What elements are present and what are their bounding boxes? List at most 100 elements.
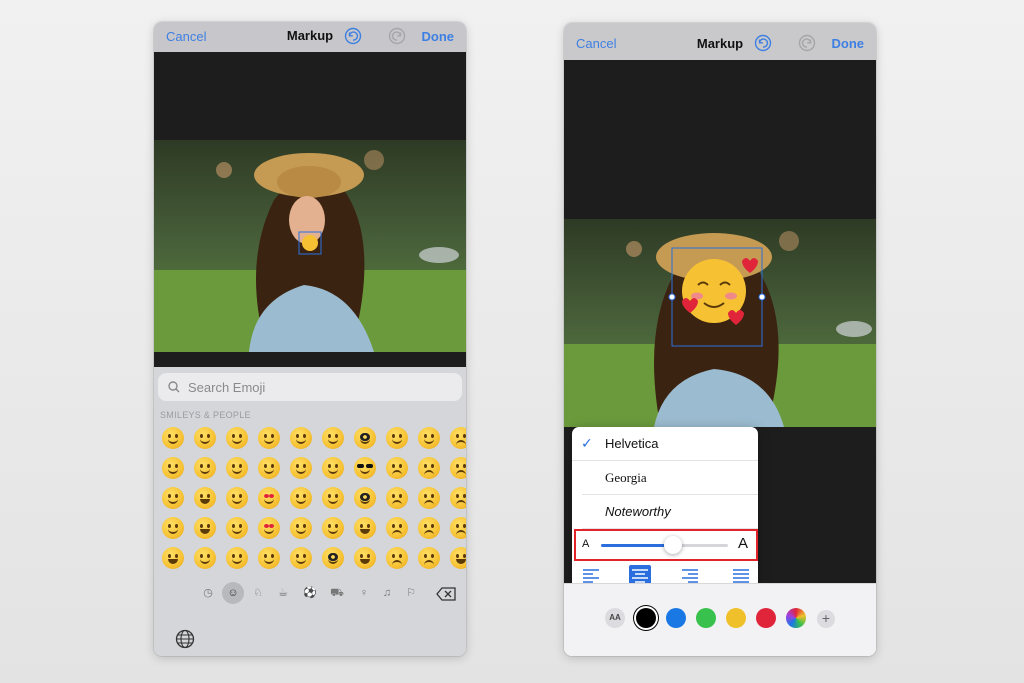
- emoji-cool[interactable]: [349, 453, 381, 483]
- emoji-halo[interactable]: [221, 483, 253, 513]
- emoji-face: [386, 547, 408, 569]
- done-button[interactable]: Done: [422, 29, 455, 44]
- redo-icon[interactable]: [388, 27, 406, 45]
- emoji-wink[interactable]: [253, 423, 285, 453]
- backspace-icon[interactable]: [436, 587, 456, 601]
- color-green[interactable]: [696, 608, 716, 628]
- emoji-smiling-hearts[interactable]: [253, 513, 285, 543]
- emoji-crazy[interactable]: [317, 483, 349, 513]
- emoji-tongue[interactable]: [317, 423, 349, 453]
- emoji-sad[interactable]: [413, 483, 445, 513]
- font-option-helvetica[interactable]: ✓ Helvetica: [572, 427, 758, 461]
- category-bar: ◷ ☺ ♘ ☕ ⚽ ⛟ ♀ ♫ ⚐: [154, 582, 466, 605]
- color-yellow[interactable]: [726, 608, 746, 628]
- emoji-row: [157, 543, 466, 573]
- animals-icon[interactable]: ♘: [250, 585, 266, 601]
- emoji-flushed[interactable]: [189, 543, 221, 573]
- flags-icon[interactable]: ⚐: [403, 585, 419, 601]
- emoji-sweat[interactable]: [189, 453, 221, 483]
- emoji-smiley[interactable]: [157, 453, 189, 483]
- color-blue[interactable]: [666, 608, 686, 628]
- recent-icon[interactable]: ◷: [200, 585, 216, 601]
- emoji-scream[interactable]: [445, 543, 466, 573]
- text-format-button[interactable]: AA: [605, 608, 625, 628]
- emoji-face: [290, 457, 312, 479]
- emoji-confounded[interactable]: [413, 513, 445, 543]
- photo-image: [154, 140, 466, 352]
- checkmark-icon: ✓: [581, 435, 593, 451]
- emoji-neutral[interactable]: [413, 423, 445, 453]
- objects-icon[interactable]: ♀: [356, 585, 372, 601]
- search-emoji-field[interactable]: Search Emoji: [158, 373, 462, 401]
- emoji-upside[interactable]: [221, 543, 253, 573]
- emoji-weary[interactable]: [445, 453, 466, 483]
- emoji-worried[interactable]: [381, 513, 413, 543]
- emoji-kiss[interactable]: [285, 423, 317, 453]
- smileys-icon[interactable]: ☺: [222, 582, 244, 604]
- food-icon[interactable]: ☕: [275, 585, 291, 601]
- emoji-kiss-smile[interactable]: [285, 453, 317, 483]
- emoji-frown[interactable]: [413, 453, 445, 483]
- emoji-monocle[interactable]: [317, 543, 349, 573]
- color-black[interactable]: [636, 608, 656, 628]
- emoji-grin[interactable]: [157, 423, 189, 453]
- align-center-icon[interactable]: [629, 565, 651, 585]
- emoji-tired[interactable]: [445, 423, 466, 453]
- emoji-smile-kiss[interactable]: [285, 513, 317, 543]
- emoji-row: [157, 483, 466, 513]
- travel-icon[interactable]: ⛟: [329, 585, 345, 601]
- emoji-disguise[interactable]: [349, 483, 381, 513]
- emoji-pleading[interactable]: [189, 423, 221, 453]
- emoji-unamused[interactable]: [381, 453, 413, 483]
- emoji-raised-brow[interactable]: [317, 513, 349, 543]
- emoji-face: [162, 427, 184, 449]
- emoji-persevere[interactable]: [381, 543, 413, 573]
- undo-icon[interactable]: [754, 34, 772, 52]
- emoji-relaxed[interactable]: [221, 423, 253, 453]
- emoji-pensive[interactable]: [381, 483, 413, 513]
- emoji-blow-kiss[interactable]: [253, 543, 285, 573]
- emoji-smirk[interactable]: [381, 423, 413, 453]
- add-button[interactable]: +: [817, 610, 835, 628]
- globe-icon[interactable]: [175, 629, 195, 649]
- emoji-cry[interactable]: [445, 513, 466, 543]
- color-red[interactable]: [756, 608, 776, 628]
- emoji-laugh[interactable]: [157, 543, 189, 573]
- font-size-slider[interactable]: [601, 536, 728, 554]
- emoji-heart-eyes[interactable]: [253, 483, 285, 513]
- emoji-star-struck[interactable]: [349, 513, 381, 543]
- color-picker-icon[interactable]: [786, 608, 806, 628]
- emoji-face: [290, 517, 312, 539]
- emoji-slight[interactable]: [221, 513, 253, 543]
- redo-icon[interactable]: [798, 34, 816, 52]
- emoji-blush[interactable]: [221, 453, 253, 483]
- align-left-icon[interactable]: [580, 565, 602, 585]
- emoji-kiss-closed[interactable]: [285, 483, 317, 513]
- emoji-nerd[interactable]: [349, 423, 381, 453]
- slider-knob[interactable]: [664, 536, 683, 554]
- font-option-noteworthy[interactable]: Noteworthy: [582, 495, 758, 529]
- font-option-georgia[interactable]: Georgia: [582, 461, 758, 495]
- emoji-party[interactable]: [349, 543, 381, 573]
- done-button[interactable]: Done: [832, 36, 865, 51]
- emoji-sweet[interactable]: [285, 543, 317, 573]
- emoji-zany[interactable]: [317, 453, 349, 483]
- activity-icon[interactable]: ⚽: [302, 585, 318, 601]
- emoji-grinning[interactable]: [157, 483, 189, 513]
- align-justify-icon[interactable]: [730, 565, 752, 585]
- emoji-beam[interactable]: [157, 513, 189, 543]
- emoji-anxious[interactable]: [445, 483, 466, 513]
- symbols-icon[interactable]: ♫: [379, 585, 395, 601]
- emoji-face: [162, 547, 184, 569]
- emoji-face: [354, 517, 376, 539]
- emoji-disappointed[interactable]: [413, 543, 445, 573]
- emoji-face: [354, 487, 376, 509]
- emoji-rofl[interactable]: [189, 513, 221, 543]
- emoji-face: [386, 517, 408, 539]
- align-right-icon[interactable]: [679, 565, 701, 585]
- nav-bar: Cancel Markup Done: [564, 23, 876, 60]
- emoji-relieved[interactable]: [253, 453, 285, 483]
- nav-bar: Cancel Markup Done: [154, 22, 466, 52]
- emoji-joy[interactable]: [189, 483, 221, 513]
- undo-icon[interactable]: [344, 27, 362, 45]
